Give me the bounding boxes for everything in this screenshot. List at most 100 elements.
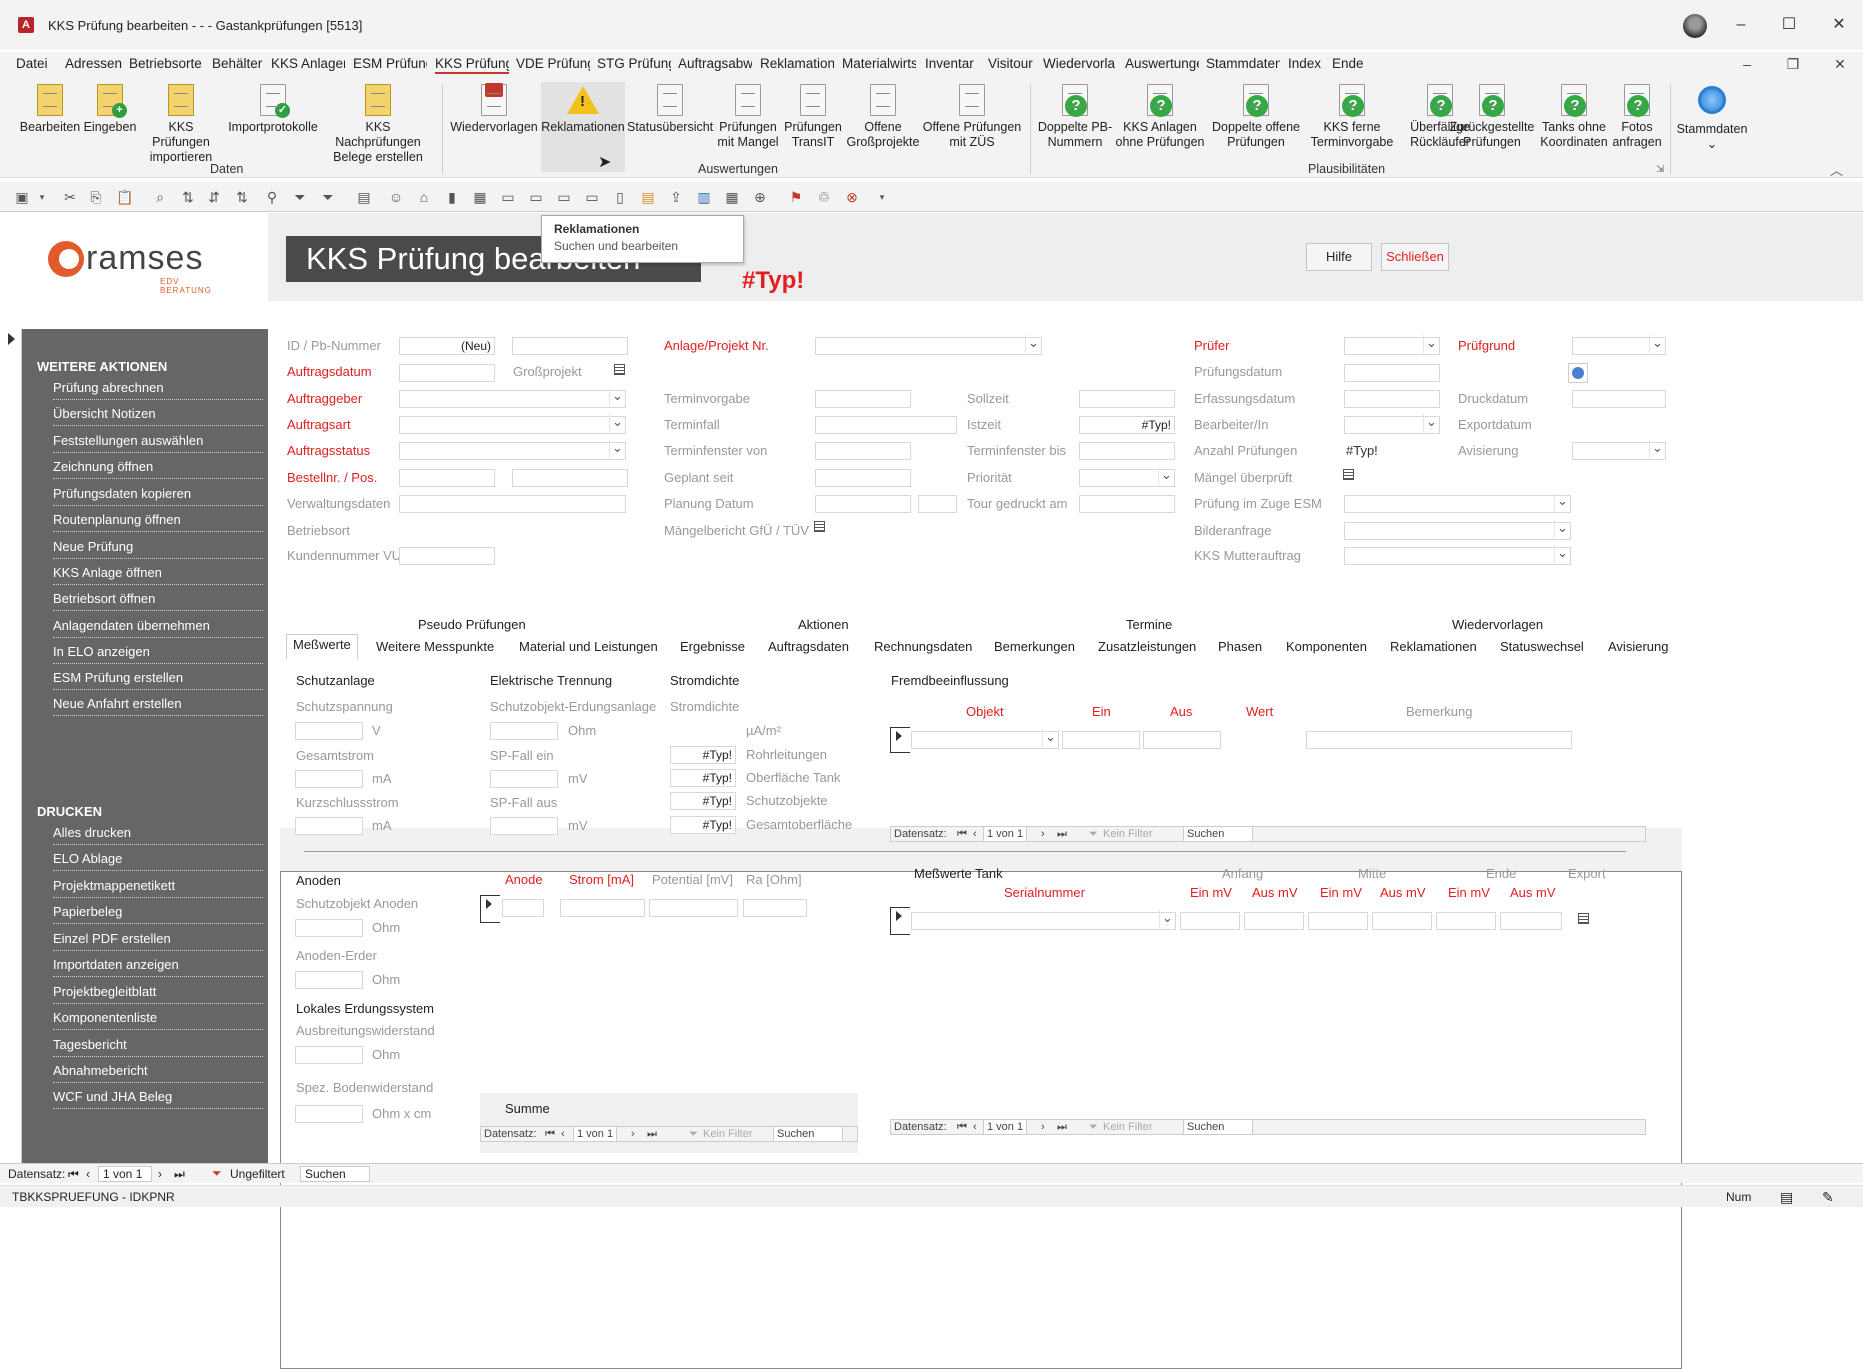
dialog-launcher-icon[interactable]: ⇲ [1656, 164, 1664, 175]
doc-restore-icon[interactable]: ❐ [1783, 56, 1803, 73]
record-position[interactable]: 1 von 1 [573, 1127, 618, 1141]
dropdown-icon[interactable]: ▾ [34, 189, 50, 205]
users-icon[interactable]: ☺ [388, 189, 404, 205]
copy-icon[interactable]: ⎘ [88, 189, 104, 205]
form-icon[interactable]: ▭ [584, 189, 600, 205]
menu-esm-pruefung[interactable]: ESM Prüfung [353, 56, 427, 74]
fremd-bemerkung-field[interactable] [1306, 731, 1572, 749]
planung-zeit-field[interactable] [918, 495, 957, 513]
stammdaten-button[interactable]: Stammdaten ⌄ [1672, 84, 1752, 152]
reklamationen-button[interactable]: ! Reklamationen [541, 82, 625, 172]
pruefer-select[interactable] [1344, 335, 1440, 355]
bearbeiter-select[interactable] [1344, 414, 1440, 434]
minimize-icon[interactable]: – [1728, 12, 1754, 38]
next-record-icon[interactable]: › [1041, 1120, 1045, 1134]
menu-visitour[interactable]: Visitour [988, 56, 1038, 74]
form-icon[interactable]: ▭ [528, 189, 544, 205]
sidebar-item[interactable]: ELO Ablage [53, 849, 263, 871]
menu-kks-anlagen[interactable]: KKS Anlager [271, 56, 345, 74]
sidebar-item[interactable]: Anlagendaten übernehmen [53, 616, 263, 638]
anlage-select[interactable] [815, 335, 1042, 355]
sidebar-item[interactable]: ESM Prüfung erstellen [53, 668, 263, 690]
menu-reklamation[interactable]: Reklamation [760, 56, 834, 74]
kks-nachpruefungen-button[interactable]: KKS Nachprüfungen Belege erstellen [322, 84, 434, 165]
record-position[interactable]: 1 von 1 [983, 827, 1028, 841]
offene-grossprojekte-button[interactable]: Offene Großprojekte [846, 84, 920, 150]
importprotokolle-button[interactable]: ✓ Importprotokolle [226, 84, 320, 135]
paste-icon[interactable]: 📋 [116, 189, 133, 205]
cut-icon[interactable]: ✂ [62, 189, 78, 205]
menu-vde-pruefung[interactable]: VDE Prüfung [516, 56, 590, 74]
potential-field[interactable] [649, 899, 738, 917]
no-filter-label[interactable]: Kein Filter [703, 1127, 753, 1141]
calendar-button[interactable] [1568, 363, 1588, 383]
kundennummer-field[interactable] [399, 547, 495, 565]
rohrleitungen-value[interactable]: #Typ! [670, 746, 736, 764]
sidebar-item[interactable]: Einzel PDF erstellen [53, 929, 263, 951]
form-view-icon[interactable]: ▣ [14, 189, 30, 205]
schutzobjekte-value[interactable]: #Typ! [670, 792, 736, 810]
kurzschlussstrom-field[interactable] [295, 817, 363, 835]
sidebar-item[interactable]: Betriebsort öffnen [53, 589, 263, 611]
gesamtstrom-field[interactable] [295, 770, 363, 788]
flag-icon[interactable]: ⚑ [788, 189, 804, 205]
record-selector[interactable] [480, 895, 500, 923]
esm-select[interactable] [1344, 493, 1571, 513]
strom-field[interactable] [560, 899, 645, 917]
erdungsanlage-field[interactable] [490, 722, 558, 740]
kks-pruefungen-importieren-button[interactable]: KKS Prüfungen importieren [138, 84, 224, 165]
sp-fall-aus-field[interactable] [490, 817, 558, 835]
home-icon[interactable]: ⌂ [416, 189, 432, 205]
offene-pruefungen-zues-button[interactable]: Offene Prüfungen mit ZÜS [922, 84, 1022, 150]
maengelbericht-checkbox[interactable] [814, 521, 825, 532]
terminfenster-bis-field[interactable] [1079, 442, 1175, 460]
fremd-ein-field[interactable] [1062, 731, 1140, 749]
tab-phasen[interactable]: Phasen [1212, 637, 1268, 659]
tab-bemerkungen[interactable]: Bemerkungen [988, 637, 1081, 659]
close-icon[interactable]: ✕ [1826, 12, 1852, 38]
grid-icon[interactable]: ▦ [724, 189, 740, 205]
next-record-icon[interactable]: › [631, 1127, 635, 1141]
anfang-ein-field[interactable] [1180, 912, 1240, 930]
tab-messwerte[interactable]: Meßwerte [286, 634, 358, 659]
fotos-anfragen-button[interactable]: ? Fotos anfragen [1610, 84, 1664, 150]
no-filter-label[interactable]: Kein Filter [1103, 1120, 1153, 1134]
tab-statuswechsel[interactable]: Statuswechsel [1494, 637, 1590, 659]
last-record-icon[interactable]: ⏭ [174, 1167, 185, 1182]
sidebar-item[interactable]: Übersicht Notizen [53, 404, 263, 426]
oberflaeche-tank-value[interactable]: #Typ! [670, 769, 736, 787]
document-icon[interactable]: ▯ [612, 189, 628, 205]
prioritaet-select[interactable] [1079, 467, 1175, 487]
tab-rechnungsdaten[interactable]: Rechnungsdaten [868, 637, 978, 659]
unfiltered-label[interactable]: Ungefiltert [230, 1167, 285, 1181]
remove-sort-icon[interactable]: ⇅ [234, 189, 250, 205]
sidebar-item[interactable]: Neue Anfahrt erstellen [53, 694, 263, 716]
grossprojekt-checkbox[interactable] [614, 364, 625, 375]
form-icon[interactable]: ▭ [500, 189, 516, 205]
menu-auswertungen[interactable]: Auswertunge [1125, 56, 1199, 74]
ende-ein-field[interactable] [1436, 912, 1496, 930]
filter-icon[interactable]: ⏷ [292, 189, 308, 205]
sort-asc-icon[interactable]: ⇅ [180, 189, 196, 205]
form-view-icon[interactable]: ▤ [1780, 1189, 1793, 1206]
customize-toolbar-icon[interactable]: ▾ [874, 189, 890, 205]
prev-record-icon[interactable]: ‹ [86, 1167, 90, 1181]
menu-wiedervorlagen[interactable]: Wiedervorla [1043, 56, 1117, 74]
tab-reklamationen[interactable]: Reklamationen [1384, 637, 1483, 659]
record-selector[interactable] [890, 907, 910, 935]
maengel-ueberprueft-checkbox[interactable] [1343, 469, 1354, 480]
ra-field[interactable] [743, 899, 807, 917]
sp-fall-ein-field[interactable] [490, 770, 558, 788]
erfassungsdatum-field[interactable] [1344, 390, 1440, 408]
sidebar-item[interactable]: Zeichnung öffnen [53, 457, 263, 479]
menu-index[interactable]: Index [1288, 56, 1322, 74]
last-record-icon[interactable]: ⏭ [1057, 827, 1067, 841]
wiedervorlagen-button[interactable]: Wiedervorlagen [450, 83, 538, 135]
sidebar-item[interactable]: Projektmappenetikett [53, 876, 263, 898]
menu-ende[interactable]: Ende [1332, 56, 1366, 74]
excel-icon[interactable]: ▤ [356, 189, 372, 205]
last-record-icon[interactable]: ⏭ [647, 1127, 657, 1141]
bestellnr-field[interactable] [399, 469, 495, 487]
prev-record-icon[interactable]: ‹ [561, 1127, 565, 1141]
sidebar-item[interactable]: Prüfungsdaten kopieren [53, 484, 263, 506]
